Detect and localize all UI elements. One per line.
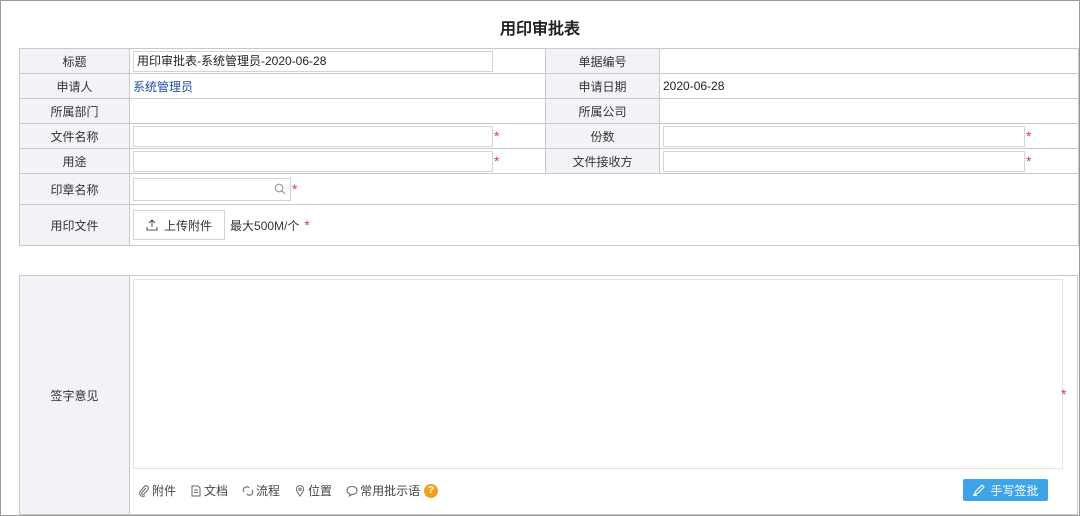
form-title: 用印审批表 <box>499 21 580 38</box>
help-icon[interactable]: ? <box>424 483 439 498</box>
apply-date-value: 2020-06-28 <box>663 79 725 93</box>
file-name-input[interactable] <box>133 125 493 147</box>
receiver-input[interactable] <box>663 150 1025 172</box>
required-mark: * <box>494 128 500 144</box>
upload-icon <box>146 219 158 231</box>
applicant-label: 申请人 <box>19 73 130 99</box>
location-pin-icon <box>295 484 305 497</box>
company-label: 所属公司 <box>545 98 660 124</box>
opinion-label: 签字意见 <box>20 276 130 514</box>
upload-attachment-button[interactable]: 上传附件 <box>133 210 226 240</box>
common-phrases-label: 常用批示语 <box>360 484 421 498</box>
required-mark: * <box>1026 128 1032 144</box>
attach-tool-label: 附件 <box>152 484 177 498</box>
search-icon[interactable] <box>274 183 286 195</box>
copies-label: 份数 <box>545 123 660 149</box>
common-phrases-tool[interactable]: 常用批示语 ? <box>346 482 439 499</box>
opinion-textarea[interactable] <box>133 279 1063 469</box>
dept-label: 所属部门 <box>19 98 130 124</box>
flow-tool-label: 流程 <box>256 484 281 498</box>
location-tool-label: 位置 <box>308 484 333 498</box>
receiver-label: 文件接收方 <box>545 148 660 174</box>
flow-tool[interactable]: 流程 <box>242 482 280 499</box>
upload-limit-text: 最大500M/个 <box>230 218 300 233</box>
handwrite-sign-label: 手写签批 <box>990 483 1039 498</box>
applicant-value[interactable]: 系统管理员 <box>133 80 193 94</box>
required-mark: * <box>1061 386 1067 402</box>
document-tool-label: 文档 <box>204 484 229 498</box>
purpose-label: 用途 <box>19 148 130 174</box>
approval-form-table: 标题 用印审批表-系统管理员-2020-06-28 单据编号 申请人 系统管理员… <box>19 48 1079 246</box>
title-label: 标题 <box>19 48 130 74</box>
file-name-label: 文件名称 <box>19 123 130 149</box>
required-mark: * <box>1026 153 1032 169</box>
attach-tool[interactable]: 附件 <box>138 482 176 499</box>
required-mark: * <box>304 217 310 233</box>
upload-attachment-label: 上传附件 <box>164 218 213 233</box>
required-mark: * <box>292 181 298 197</box>
paperclip-icon <box>139 484 149 497</box>
doc-no-label: 单据编号 <box>545 48 660 74</box>
document-icon <box>191 485 201 496</box>
seal-file-label: 用印文件 <box>19 204 130 246</box>
signature-opinion-section: 签字意见 * 附件 文档 流程 位置 常用批示语 ? 手写签批 <box>19 275 1078 515</box>
document-tool[interactable]: 文档 <box>190 482 228 499</box>
copies-input[interactable] <box>663 125 1025 147</box>
seal-name-search-input[interactable] <box>133 177 291 201</box>
purpose-input[interactable] <box>133 150 493 172</box>
chat-bubble-icon <box>346 485 358 497</box>
apply-date-label: 申请日期 <box>545 73 660 99</box>
pen-icon <box>973 484 986 496</box>
handwrite-sign-button[interactable]: 手写签批 <box>963 479 1048 501</box>
flow-icon <box>242 485 254 496</box>
required-mark: * <box>494 153 500 169</box>
opinion-toolbar: 附件 文档 流程 位置 常用批示语 ? <box>138 482 439 499</box>
title-input[interactable]: 用印审批表-系统管理员-2020-06-28 <box>133 50 493 72</box>
location-tool[interactable]: 位置 <box>294 482 332 499</box>
seal-name-label: 印章名称 <box>19 173 130 205</box>
